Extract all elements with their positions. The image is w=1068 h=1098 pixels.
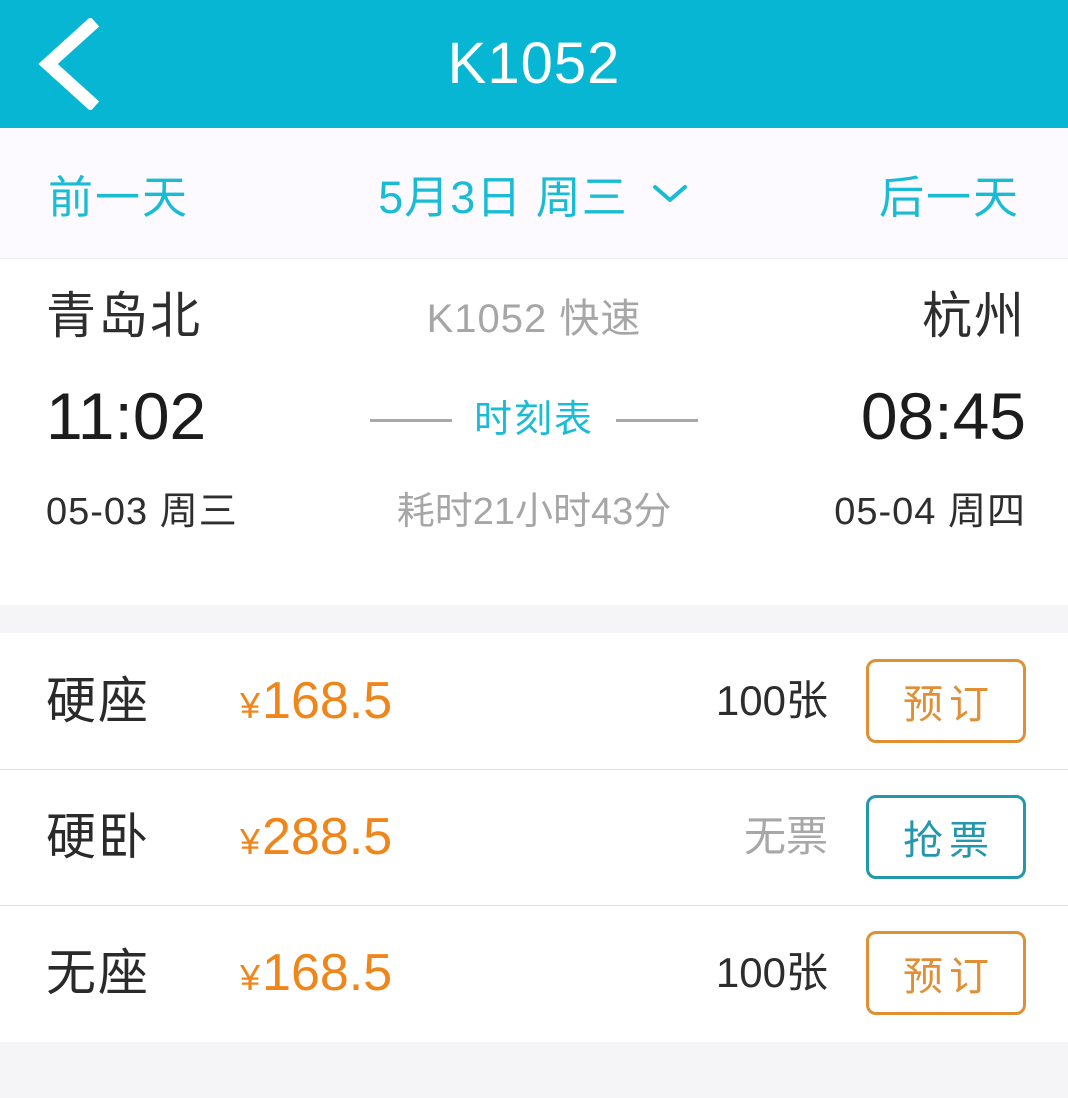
currency-symbol: ¥ <box>240 821 261 862</box>
top-navigation-bar: K1052 <box>0 0 1068 128</box>
seat-price: ¥288.5 <box>240 811 580 863</box>
previous-day-label: 前一天 <box>48 171 190 223</box>
section-separator-band <box>0 605 1068 633</box>
next-day-button[interactable]: 后一天 <box>720 161 1068 226</box>
seat-price: ¥168.5 <box>240 675 580 727</box>
seat-class-name: 硬座 <box>46 673 150 729</box>
date-switcher-bar: 前一天 5月3日 周三 后一天 <box>0 128 1068 259</box>
next-day-label: 后一天 <box>878 171 1020 223</box>
grab-ticket-button[interactable]: 抢票 <box>866 795 1026 879</box>
arrival-date: 05-04 周四 <box>834 491 1026 533</box>
table-row: 硬座 ¥168.5 100张 预订 <box>0 633 1068 769</box>
price-value: 288.5 <box>262 808 393 866</box>
trip-middle-block: K1052 快速 时刻表 耗时21小时43分 <box>300 271 768 531</box>
page-title: K1052 <box>447 31 621 96</box>
departure-date: 05-03 周三 <box>46 491 238 533</box>
chevron-down-icon <box>652 185 687 202</box>
train-code-and-type: K1052 快速 <box>426 297 642 341</box>
table-row: 无座 ¥168.5 100张 预订 <box>0 905 1068 1041</box>
timetable-line-left <box>369 418 452 422</box>
trip-duration: 耗时21小时43分 <box>396 491 672 533</box>
back-button[interactable] <box>34 0 144 128</box>
departure-station: 青岛北 <box>46 288 202 344</box>
ticket-count: 100张 <box>715 949 828 996</box>
arrival-time: 08:45 <box>860 379 1026 453</box>
ticket-count: 100张 <box>715 677 828 724</box>
book-button[interactable]: 预订 <box>866 659 1026 743</box>
departure-block: 青岛北 11:02 05-03 周三 <box>0 271 300 531</box>
ticket-count: 无票 <box>743 813 828 860</box>
seat-class-name: 无座 <box>46 945 150 1001</box>
timetable-label: 时刻表 <box>473 399 594 441</box>
current-date-label: 5月3日 周三 <box>378 171 628 223</box>
arrival-station: 杭州 <box>922 288 1026 344</box>
previous-day-button[interactable]: 前一天 <box>0 161 348 226</box>
chevron-left-icon <box>38 18 100 110</box>
bottom-filler-band <box>0 1042 1068 1098</box>
seat-price: ¥168.5 <box>240 947 580 999</box>
table-row: 硬卧 ¥288.5 无票 抢票 <box>0 769 1068 905</box>
timetable-line-right <box>616 418 698 422</box>
arrival-block: 杭州 08:45 05-04 周四 <box>768 271 1068 531</box>
currency-symbol: ¥ <box>240 957 261 998</box>
seat-class-name: 硬卧 <box>46 809 150 865</box>
currency-symbol: ¥ <box>240 685 261 726</box>
price-value: 168.5 <box>262 672 393 730</box>
price-value: 168.5 <box>262 944 393 1002</box>
seat-class-list: 硬座 ¥168.5 100张 预订 硬卧 ¥288.5 无票 抢票 无座 ¥16… <box>0 633 1068 1041</box>
trip-summary: 青岛北 11:02 05-03 周三 K1052 快速 时刻表 耗时21小时43… <box>0 259 1068 605</box>
date-picker-button[interactable]: 5月3日 周三 <box>348 161 720 226</box>
timetable-link[interactable]: 时刻表 <box>369 399 698 441</box>
departure-time: 11:02 <box>46 379 207 453</box>
book-button[interactable]: 预订 <box>866 931 1026 1015</box>
